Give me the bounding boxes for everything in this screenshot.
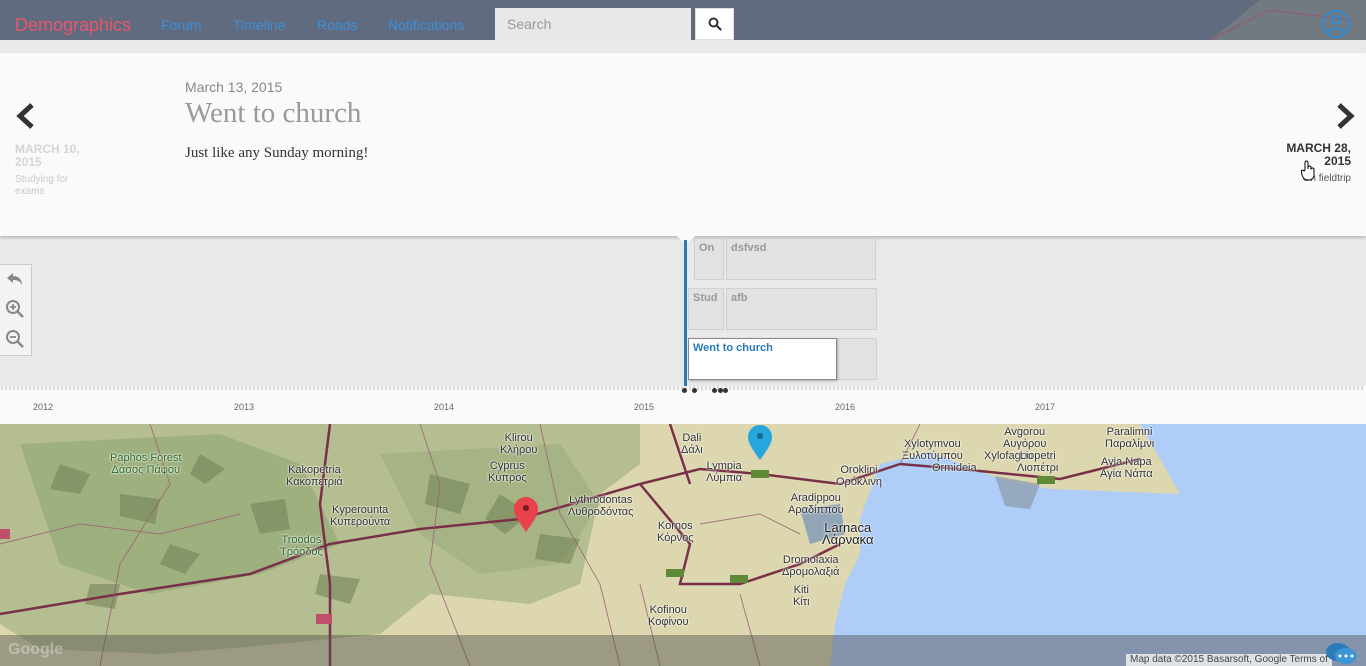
axis-event-dot[interactable] [682,388,687,393]
timeline-zoom-toolbar [0,264,32,356]
search-button[interactable] [695,8,734,40]
undo-icon[interactable] [5,269,25,289]
map-attribution[interactable]: Map data ©2015 Basarsoft, Google Terms o… [1126,654,1332,666]
axis-year-label: 2014 [434,402,455,412]
map-label: Kakopetria Κακοπετριά [286,464,343,488]
timeline-event[interactable]: afb [726,288,877,330]
current-time-marker [684,240,687,390]
map-label: Kofinou Κοφίνου [648,604,689,628]
map-label: Liopetri Λιοπέτρι [1017,450,1059,474]
timeline-event[interactable]: dsfvsd [726,238,876,280]
map-label: Kiti Κίτι [793,584,810,608]
map-label: Paralimni Παραλίμνι [1105,426,1155,450]
zoom-in-icon[interactable] [5,299,25,319]
axis-year-label: 2015 [634,402,655,412]
map-view[interactable]: Paphos Forest Δάσος Πάφου Kakopetria Κακοπ… [0,424,1366,666]
slide-text: Just like any Sunday morning! [185,145,369,161]
nav-link-forum[interactable]: Forum [161,17,201,33]
slide-date: March 13, 2015 [185,79,283,95]
user-icon[interactable] [1321,9,1351,39]
nav-link-timeline[interactable]: Timeline [233,17,285,33]
navbar: Demographics Forum Timeline Roads Notifi… [0,0,1366,40]
map-label: Avgorou Αυγόρου [1003,426,1047,450]
axis-year-label: 2017 [1035,402,1056,412]
axis-event-dot[interactable] [712,388,717,393]
axis-event-dot[interactable] [723,388,728,393]
chat-icon[interactable] [1324,640,1358,666]
map-label: Paphos Forest Δάσος Πάφου [110,452,182,476]
map-label: Troodos Τρόοδος [280,534,323,558]
nav-link-roads[interactable]: Roads [317,17,357,33]
map-label: Kornos Κόρνος [657,520,694,544]
map-label: Oroklini Ορόκλινη [836,464,882,488]
map-label: Dromolaxia Δρομολαξιά [782,554,840,578]
map-canvas [0,424,1366,666]
map-label: Ormideia [932,462,977,474]
map-label: Xylotymvou Ξυλοτύμπου [902,438,963,462]
map-label: Aradippou Αραδίππου [788,492,844,516]
axis-year-label: 2013 [234,402,255,412]
map-label: Klirou Κλήρου [500,432,538,456]
hand-cursor-icon [1301,160,1315,181]
slide-title: Went to church [185,97,362,129]
previous-slide-date[interactable]: MARCH 10, 2015 [15,143,95,169]
axis-year-label: 2012 [33,402,54,412]
map-label: Kyperounta Κυπερούντα [330,504,391,528]
search-input[interactable] [495,8,691,40]
previous-slide-description[interactable]: Studying for exams [15,174,85,198]
map-label: Dali Δάλι [681,432,703,456]
google-logo: Google [8,641,64,658]
nav-link-notifications[interactable]: Notifications [388,17,464,33]
map-label: Lympia Λύμπια [706,460,743,484]
timeline-event[interactable]: On [694,238,724,280]
brand-logo[interactable]: Demographics [15,15,131,35]
timeline-event[interactable]: Stud [688,288,724,330]
timeline-event-active[interactable]: Went to church [688,338,837,380]
map-label: Cyprus Κύπρος [488,460,527,484]
search-icon [708,17,722,31]
chevron-right-icon[interactable] [1335,103,1357,129]
map-label: Ayia Napa Αγία Νάπα [1100,456,1153,480]
chevron-left-icon[interactable] [14,103,36,129]
zoom-out-icon[interactable] [5,329,25,349]
axis-event-dot[interactable] [692,388,697,393]
axis-year-label: 2016 [835,402,856,412]
map-label: Larnaca Λάρνακα [822,520,874,547]
map-label: Lythrodontas Λυθροδόντας [568,494,634,518]
